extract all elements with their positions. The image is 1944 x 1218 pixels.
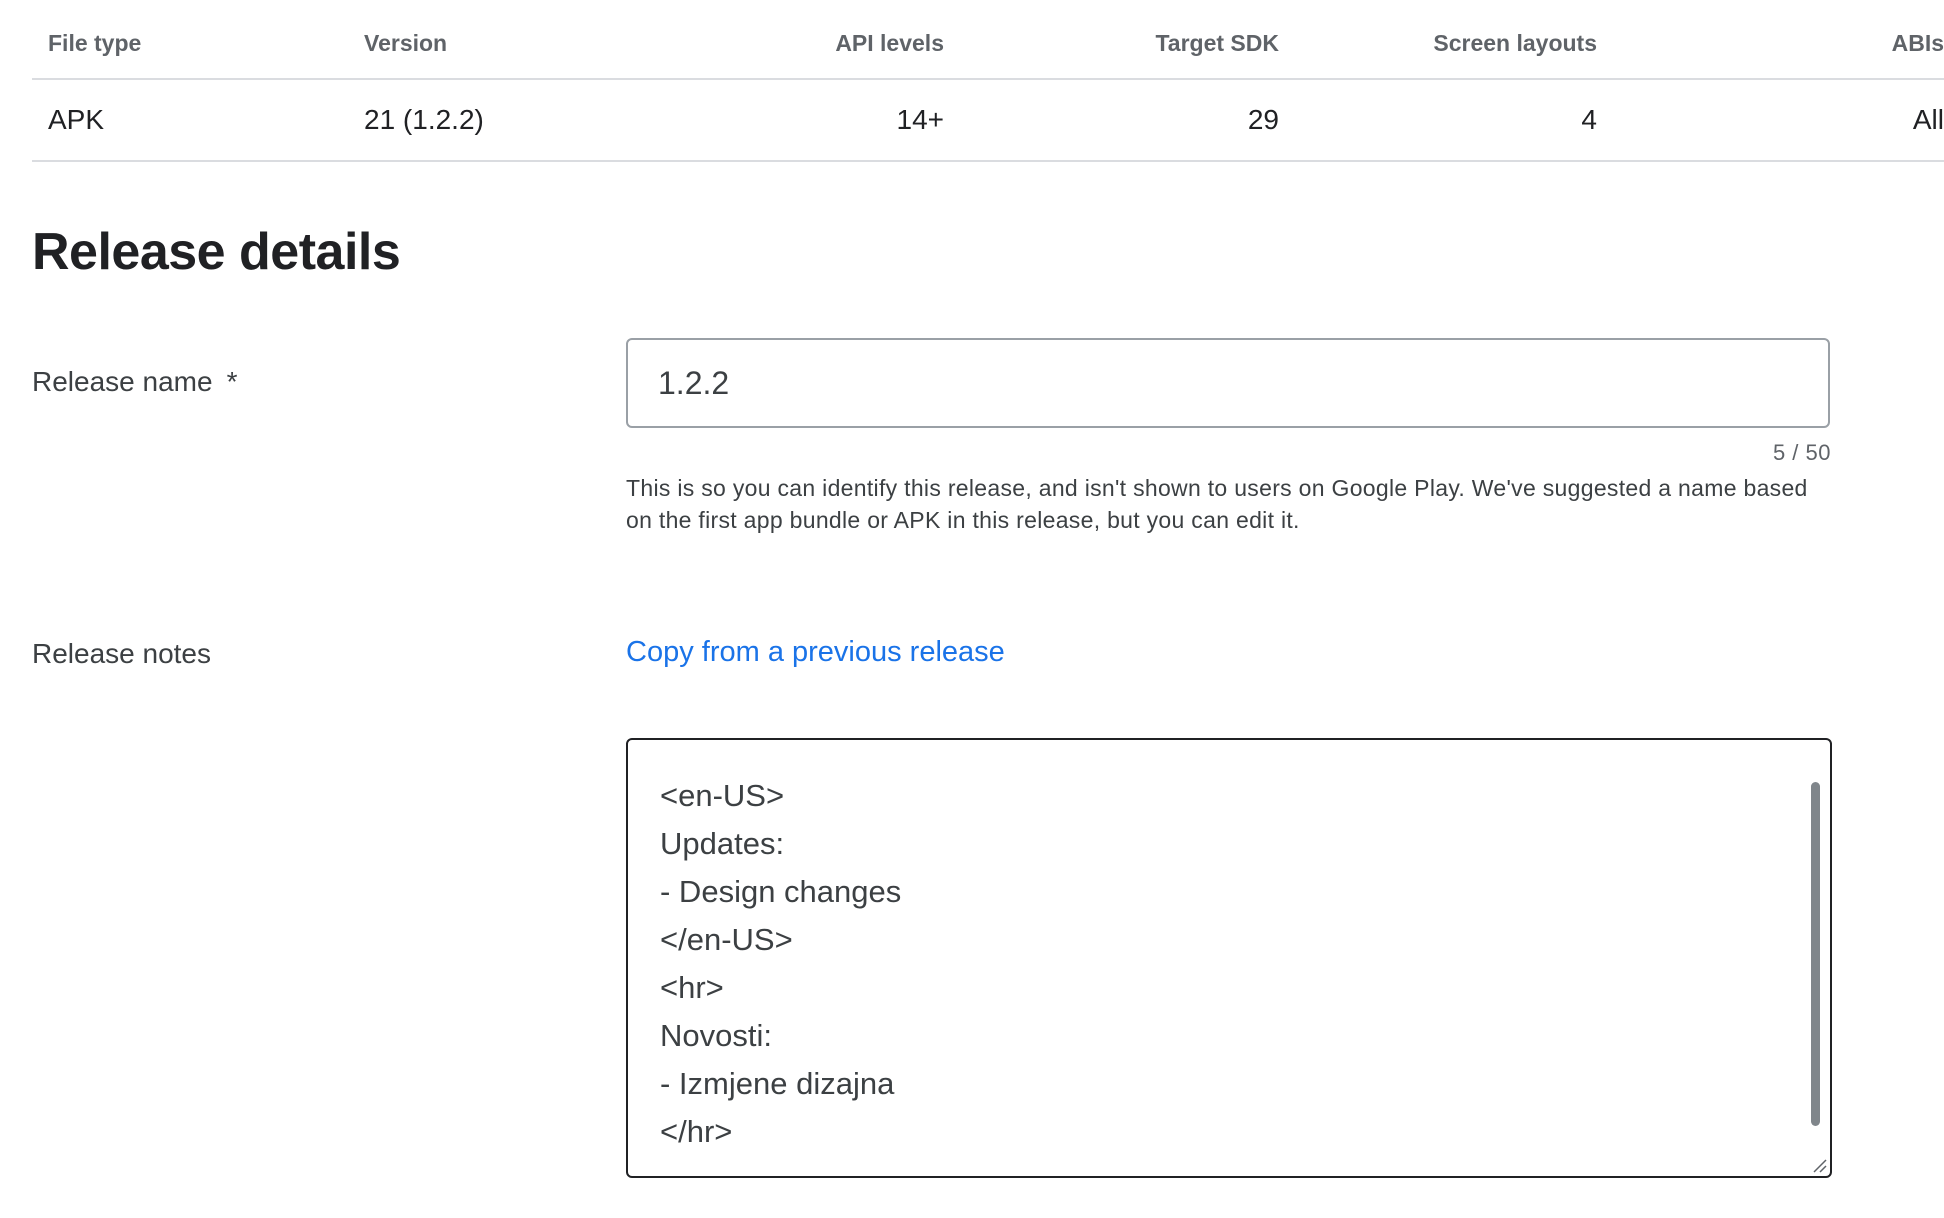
release-name-label: Release name * — [32, 366, 237, 398]
required-marker: * — [226, 366, 238, 397]
release-notes-textarea[interactable]: <en-US> Updates: - Design changes </en-U… — [626, 738, 1832, 1178]
notes-line: - Izmjene dizajna — [660, 1066, 895, 1101]
table-row: APK 21 (1.2.2) 14+ 29 4 All — [32, 80, 1944, 162]
header-file-type: File type — [48, 30, 142, 56]
header-version: Version — [364, 30, 448, 56]
release-name-label-text: Release name — [32, 366, 213, 397]
notes-scrollbar[interactable] — [1811, 782, 1820, 1126]
notes-line: <hr> — [660, 970, 724, 1005]
resize-handle-icon[interactable] — [1810, 1156, 1828, 1174]
header-api-levels: API levels — [835, 30, 944, 56]
character-counter: 5 / 50 — [1772, 440, 1831, 465]
cell-version: 21 (1.2.2) — [364, 104, 484, 135]
copy-from-previous-release-link[interactable]: Copy from a previous release — [626, 636, 1005, 669]
cell-abis: All — [1912, 104, 1944, 135]
cell-target-sdk: 29 — [1247, 104, 1279, 135]
section-title: Release details — [32, 223, 401, 281]
cell-screen-layouts: 4 — [1581, 104, 1597, 135]
notes-line: - Design changes — [660, 874, 902, 909]
release-notes-label: Release notes — [32, 638, 212, 669]
release-page: File type Version API levels Target SDK … — [0, 0, 1944, 1218]
notes-line: Updates: — [660, 826, 785, 861]
cell-file-type: APK — [48, 104, 105, 135]
release-notes-content: <en-US> Updates: - Design changes </en-U… — [660, 772, 901, 1156]
release-name-helper-text: This is so you can identify this release… — [626, 475, 1808, 533]
header-abis: ABIs — [1891, 30, 1944, 56]
notes-line: </en-US> — [660, 922, 793, 957]
release-name-input[interactable] — [626, 338, 1830, 428]
bundle-table: File type Version API levels Target SDK … — [32, 0, 1944, 162]
table-header-row: File type Version API levels Target SDK … — [32, 0, 1944, 80]
notes-line: Novosti: — [660, 1018, 772, 1053]
notes-line: </hr> — [660, 1114, 733, 1149]
header-screen-layouts: Screen layouts — [1433, 30, 1597, 56]
notes-line: <en-US> — [660, 778, 785, 813]
cell-api-levels: 14+ — [896, 104, 945, 135]
header-target-sdk: Target SDK — [1155, 30, 1279, 56]
